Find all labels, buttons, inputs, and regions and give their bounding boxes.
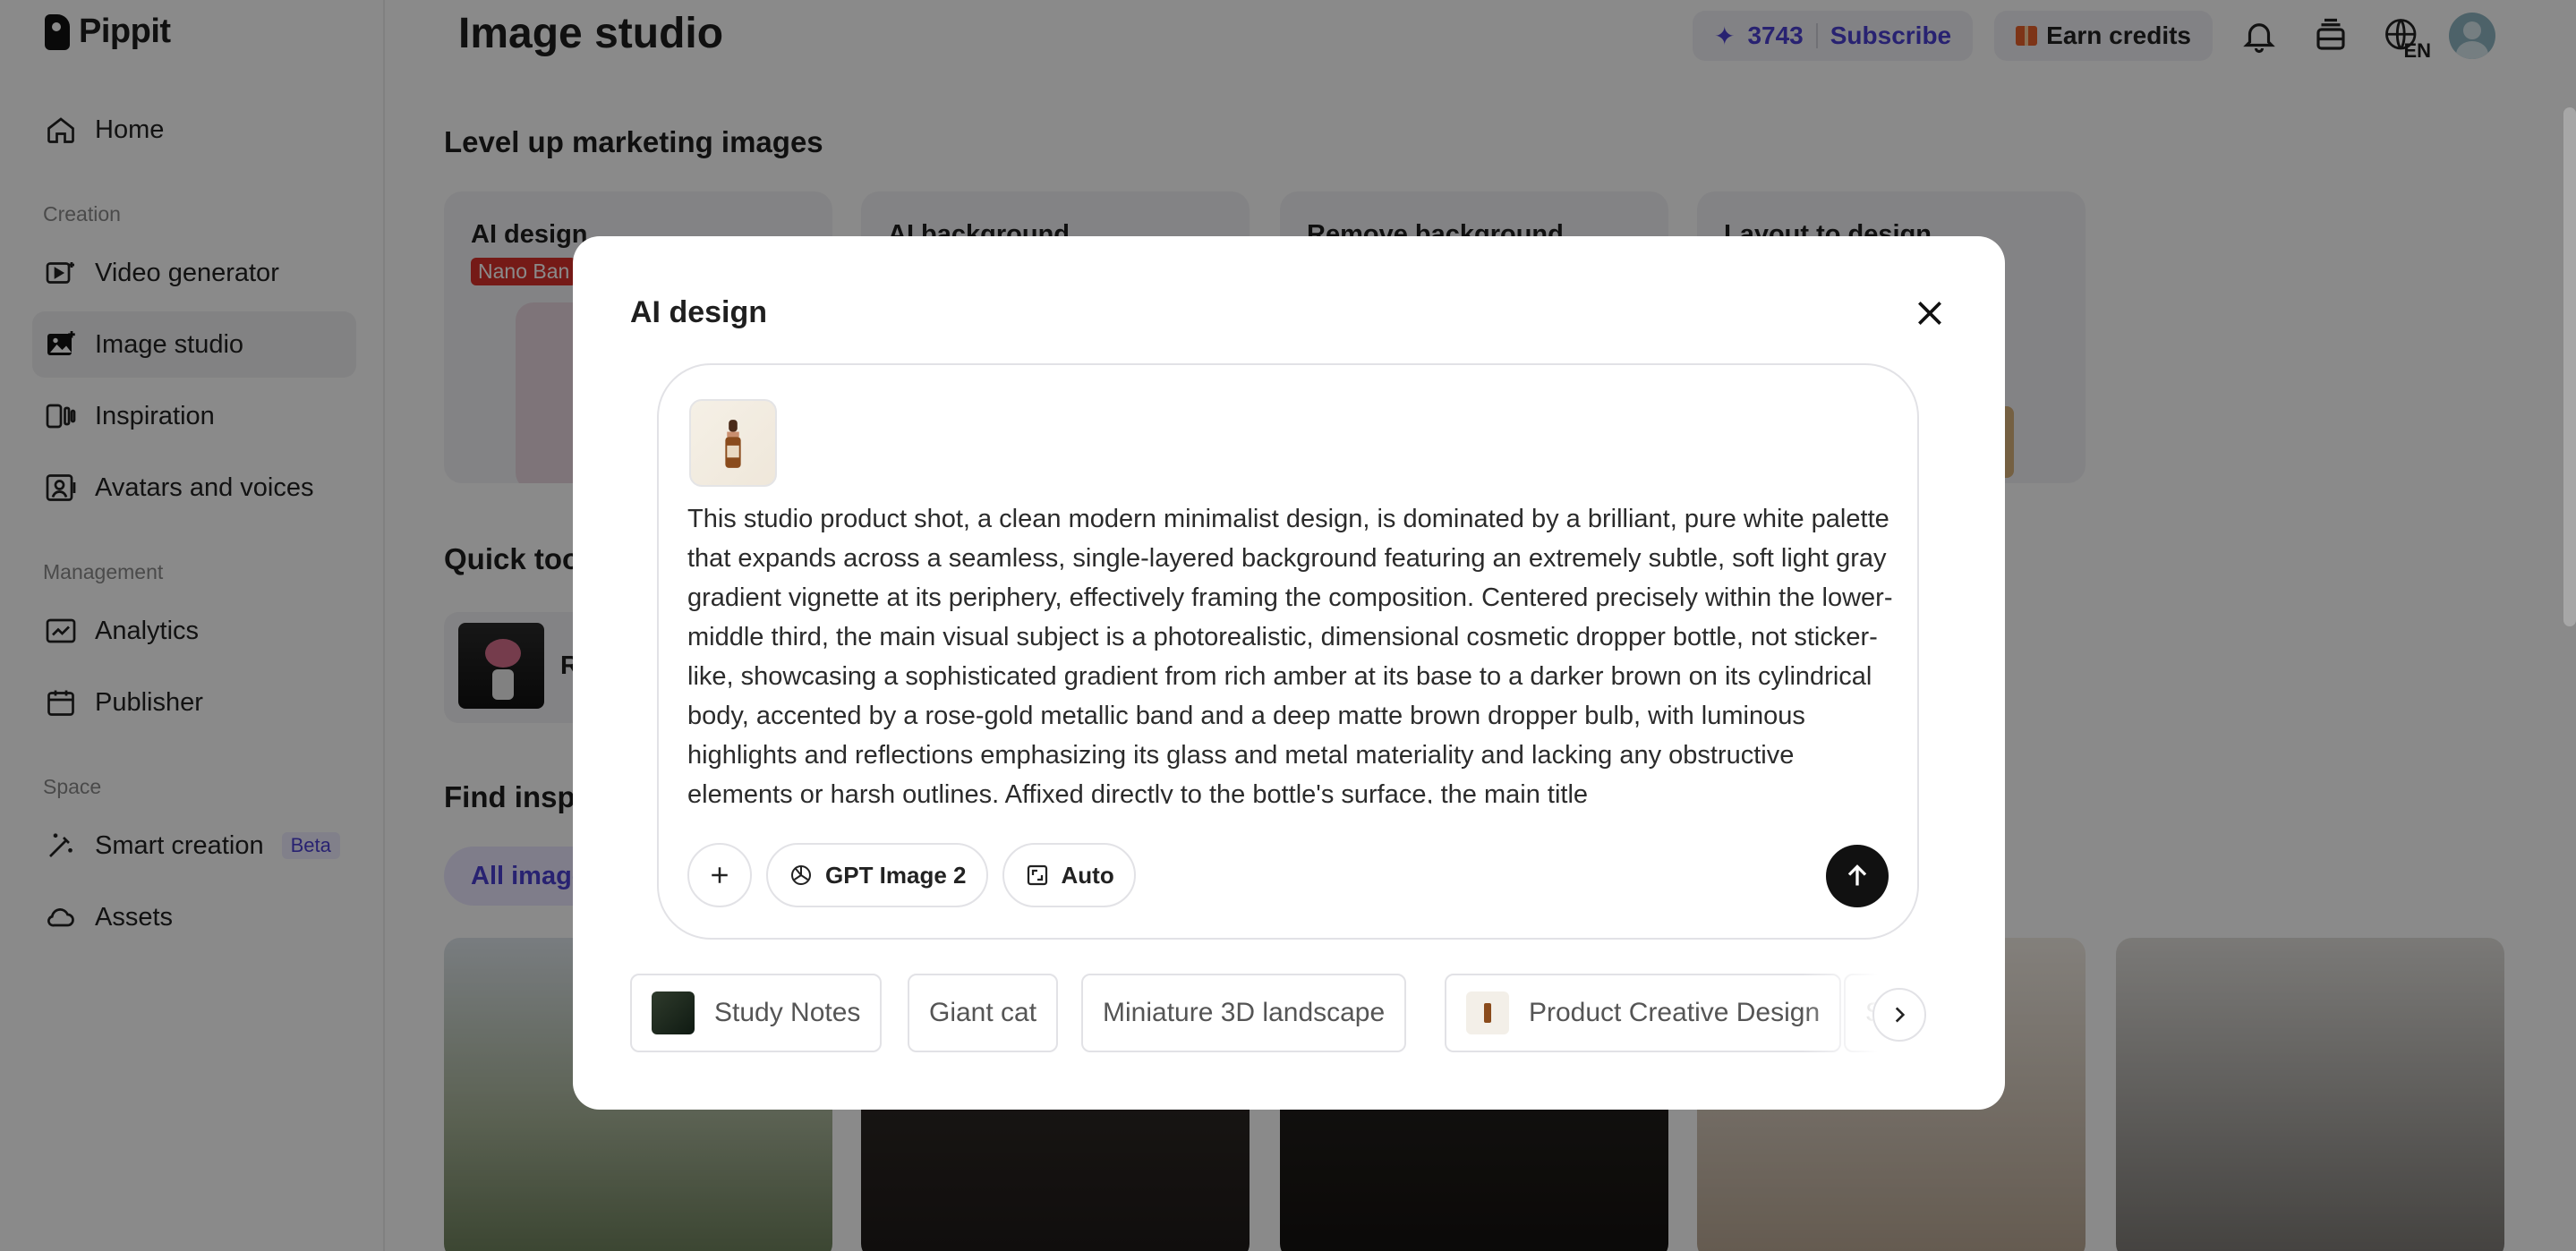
dialog-title: AI design <box>630 295 768 329</box>
suggestion-label: Study Notes <box>714 998 861 1027</box>
prompt-suggestions: Study Notes Giant cat Miniature 3D lands… <box>630 974 1928 1054</box>
suggestion-study-notes[interactable]: Study Notes <box>630 974 883 1052</box>
suggestion-label: Giant cat <box>929 998 1037 1027</box>
page-scrollbar[interactable] <box>2563 107 2576 626</box>
aspect-ratio-label: Auto <box>1061 861 1114 889</box>
arrow-up-icon <box>1847 864 1867 886</box>
suggestion-label: Product Creative Design <box>1529 998 1821 1027</box>
suggestion-thumbnail <box>652 991 695 1034</box>
generate-button[interactable] <box>1826 845 1889 907</box>
add-reference-button[interactable] <box>687 843 752 907</box>
model-label: GPT Image 2 <box>825 861 967 889</box>
prompt-composer: This studio product shot, a clean modern… <box>657 363 1919 940</box>
close-icon <box>1918 302 1941 325</box>
chevron-right-icon <box>1895 1007 1906 1023</box>
suggestion-product-creative-design[interactable]: Product Creative Design <box>1445 974 1842 1052</box>
openai-icon <box>791 865 811 885</box>
composer-controls: GPT Image 2 Auto <box>687 843 1889 907</box>
aspect-ratio-icon <box>1027 864 1047 886</box>
suggestions-next-button[interactable] <box>1872 988 1926 1042</box>
prompt-textarea[interactable]: This studio product shot, a clean modern… <box>687 499 1896 804</box>
aspect-ratio-selector[interactable]: Auto <box>1002 843 1136 907</box>
close-button[interactable] <box>1912 295 1948 331</box>
ai-design-dialog: AI design This studio product shot, a cl… <box>573 236 2005 1110</box>
suggestion-giant-cat[interactable]: Giant cat <box>908 974 1059 1052</box>
reference-image-thumbnail[interactable] <box>689 399 777 487</box>
dropper-bottle-image <box>1484 1003 1491 1023</box>
suggestion-thumbnail <box>1466 991 1509 1034</box>
suggestion-miniature-3d-landscape[interactable]: Miniature 3D landscape <box>1081 974 1407 1052</box>
model-selector[interactable]: GPT Image 2 <box>766 843 988 907</box>
suggestion-label: Miniature 3D landscape <box>1103 998 1386 1027</box>
dropper-bottle-image <box>725 420 741 468</box>
plus-icon <box>712 867 728 883</box>
